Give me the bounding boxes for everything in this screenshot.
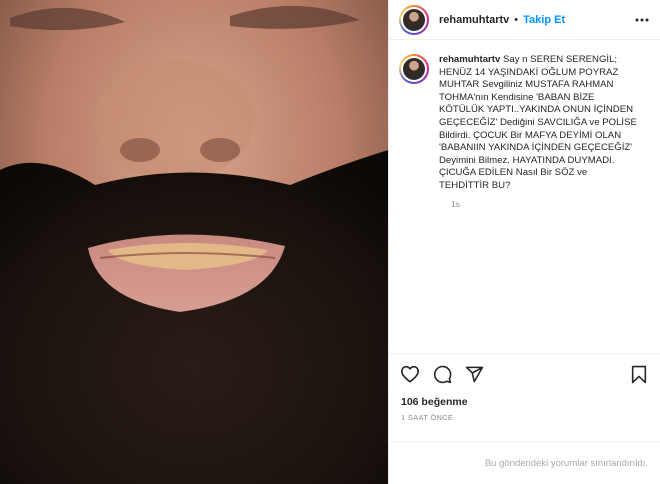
caption-body: Say n SEREN SERENGİL; HENÜZ 14 YAŞINDAKİ… (439, 54, 637, 191)
caption-time[interactable]: 1s (451, 199, 650, 209)
comments-restricted-notice: Bu gönderideki yorumlar sınırlandırıldı. (389, 441, 660, 484)
bookmark-icon[interactable] (628, 363, 650, 385)
separator-dot: • (514, 13, 519, 26)
face-closeup-image (0, 0, 388, 484)
post-header: rehamuhtartv • Takip Et (389, 0, 660, 40)
comment-icon[interactable] (431, 363, 453, 385)
action-bar (389, 354, 660, 394)
posted-time[interactable]: 1 SAAT ÖNCE (389, 413, 660, 422)
caption-row: rehamuhtartv Say n SEREN SERENGİL; HENÜZ… (399, 54, 650, 193)
send-icon[interactable] (463, 363, 485, 385)
avatar[interactable] (399, 4, 429, 35)
comments-section: rehamuhtartv Say n SEREN SERENGİL; HENÜZ… (389, 40, 660, 354)
caption-username[interactable]: rehamuhtartv (439, 54, 500, 65)
username-link[interactable]: rehamuhtartv (439, 14, 509, 26)
follow-button[interactable]: Takip Et (523, 14, 565, 26)
post-side-panel: rehamuhtartv • Takip Et rehamuhtartv Say… (388, 0, 660, 484)
more-horizontal-icon[interactable] (634, 12, 650, 28)
heart-icon[interactable] (399, 363, 421, 385)
caption-avatar[interactable] (399, 54, 429, 84)
post-video-frame[interactable] (0, 0, 388, 484)
likes-count[interactable]: 106 beğenme (389, 396, 660, 408)
caption: rehamuhtartv Say n SEREN SERENGİL; HENÜZ… (439, 54, 639, 193)
